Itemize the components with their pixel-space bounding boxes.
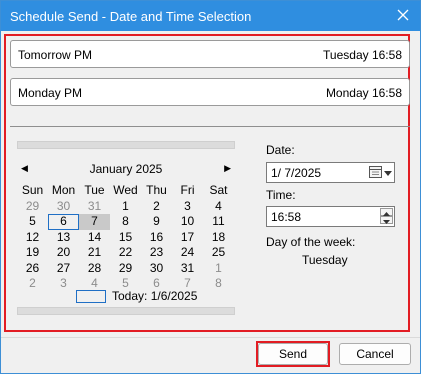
time-picker[interactable]: 16:58 [266,206,395,227]
time-spinner [380,208,393,225]
time-value: 16:58 [271,210,302,224]
weekday-mon: Mon [51,183,76,197]
day-of-week-label: Day of the week: [266,235,356,249]
calendar-top-bar [17,141,235,149]
window-title: Schedule Send - Date and Time Selection [10,9,252,24]
date-label: Date: [266,143,295,157]
day-of-week-value: Tuesday [302,253,348,267]
calendar-day[interactable]: 3 [172,199,203,215]
title-bar: Schedule Send - Date and Time Selection [1,1,420,31]
calendar-month-label: January 2025 [89,162,163,176]
calendar-day[interactable]: 29 [17,199,48,215]
calendar-week: 29 30 31 1 2 3 4 [17,199,235,215]
today-marker [76,289,106,303]
weekday-sun: Sun [21,183,44,197]
calendar-day[interactable]: 1 [110,199,141,215]
calendar-day[interactable]: 16 [141,230,172,246]
calendar-day[interactable]: 31 [172,261,203,277]
calendar-day[interactable]: 5 [17,214,48,230]
quick-option-datetime: Tuesday 16:58 [323,48,402,62]
date-picker[interactable]: 1/ 7/2025 [266,162,395,183]
calendar-day[interactable]: 8 [110,214,141,230]
calendar-day[interactable]: 17 [172,230,203,246]
calendar-day[interactable]: 24 [172,245,203,261]
weekday-fri: Fri [180,183,195,197]
calendar-day[interactable]: 10 [172,214,203,230]
calendar-day[interactable]: 27 [48,261,79,277]
calendar-day[interactable]: 20 [48,245,79,261]
today-label: Today: 1/6/2025 [112,289,198,303]
date-value: 1/ 7/2025 [271,166,322,180]
calendar-day[interactable]: 14 [79,230,110,246]
calendar-day[interactable]: 8 [203,276,234,292]
footer-divider [1,337,420,338]
schedule-send-dialog: Schedule Send - Date and Time Selection … [0,0,421,374]
weekday-header-row: Sun Mon Tue Wed Thu Fri Sat [17,183,235,199]
calendar-day[interactable]: 11 [203,214,234,230]
calendar-day[interactable]: 1 [203,261,234,277]
calendar-day[interactable]: 19 [17,245,48,261]
time-label: Time: [266,188,296,202]
calendar-day[interactable]: 2 [141,199,172,215]
calendar-day[interactable]: 26 [17,261,48,277]
calendar-day[interactable]: 28 [79,261,110,277]
next-month-icon[interactable]: ▶ [224,163,231,174]
calendar-day[interactable]: 25 [203,245,234,261]
calendar-day[interactable]: 31 [79,199,110,215]
quick-option-label: Monday PM [18,86,83,100]
calendar-day-today[interactable]: 6 [48,214,79,230]
calendar-grid: Sun Mon Tue Wed Thu Fri Sat 29 30 31 1 2… [17,183,235,292]
spin-down-icon [383,213,390,227]
calendar-week: 5 6 7 8 9 10 11 [17,214,235,230]
calendar-day[interactable]: 15 [110,230,141,246]
calendar-day[interactable]: 21 [79,245,110,261]
calendar-day[interactable]: 29 [110,261,141,277]
calendar-day[interactable]: 22 [110,245,141,261]
calendar-week: 26 27 28 29 30 31 1 [17,261,235,277]
calendar-day[interactable]: 12 [17,230,48,246]
send-button[interactable]: Send [258,343,328,365]
calendar-day[interactable]: 30 [141,261,172,277]
dialog-body: Tomorrow PM Tuesday 16:58 Monday PM Mond… [1,31,420,373]
quick-option-label: Tomorrow PM [18,48,93,62]
close-icon [397,9,409,24]
cancel-button[interactable]: Cancel [339,343,411,365]
spin-down-button[interactable] [380,216,393,224]
weekday-tue: Tue [84,183,105,197]
weekday-wed: Wed [113,183,138,197]
calendar-day[interactable]: 18 [203,230,234,246]
calendar-day[interactable]: 2 [17,276,48,292]
calendar-week: 19 20 21 22 23 24 25 [17,245,235,261]
calendar-day[interactable]: 30 [48,199,79,215]
quick-option-monday-pm[interactable]: Monday PM Monday 16:58 [10,78,410,106]
section-divider [10,126,410,127]
quick-option-datetime: Monday 16:58 [325,86,402,100]
weekday-sat: Sat [209,183,228,197]
calendar-week: 12 13 14 15 16 17 18 [17,230,235,246]
calendar-header: ◀ January 2025 ▶ [17,161,235,179]
calendar-day[interactable]: 9 [141,214,172,230]
chevron-down-icon [384,166,392,180]
quick-option-tomorrow-pm[interactable]: Tomorrow PM Tuesday 16:58 [10,40,410,68]
calendar-day[interactable]: 23 [141,245,172,261]
weekday-thu: Thu [146,183,167,197]
calendar-day[interactable]: 3 [48,276,79,292]
today-link[interactable]: Today: 1/6/2025 [76,289,197,303]
calendar-day-selected[interactable]: 7 [79,214,110,230]
calendar-day[interactable]: 4 [203,199,234,215]
calendar-day[interactable]: 13 [48,230,79,246]
calendar-icon [369,165,382,181]
date-dropdown-button[interactable] [369,165,392,181]
close-button[interactable] [386,1,420,31]
calendar-bottom-bar [17,307,235,315]
